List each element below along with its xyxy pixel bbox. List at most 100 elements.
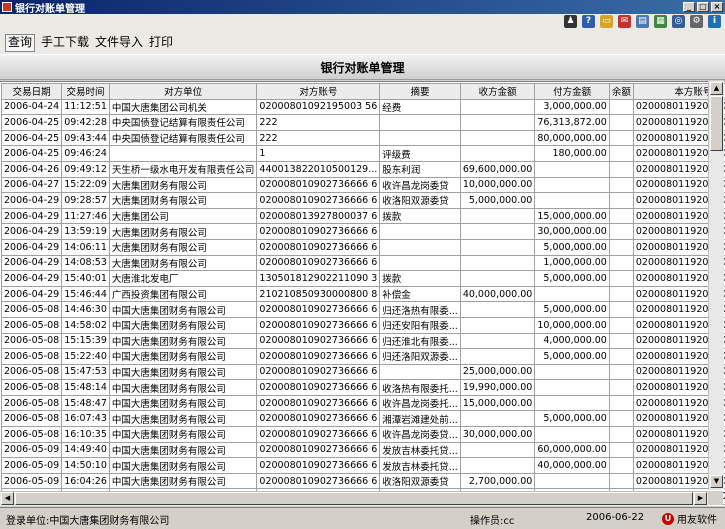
table-cell (609, 99, 633, 115)
menu-print[interactable]: 打印 (147, 34, 175, 50)
table-row[interactable]: 2006-04-2914:06:11大唐集团财务有限公司020008010902… (2, 239, 725, 255)
horizontal-scrollbar[interactable]: ◀ ▶ (0, 491, 708, 506)
calculator-icon[interactable]: ▤ (636, 15, 649, 28)
menu-query[interactable]: 查询 (5, 34, 35, 52)
column-header[interactable]: 摘要 (380, 84, 461, 100)
table-cell: 020008010902736666 6 (257, 427, 380, 443)
page-title: 银行对账单管理 (0, 59, 725, 76)
table-cell (609, 239, 633, 255)
table-cell: 归还淮北有限委... (380, 333, 461, 349)
table-cell (460, 349, 535, 365)
table-cell: 15,000,000.00 (535, 208, 610, 224)
vertical-scrollbar[interactable]: ▲ ▼ (708, 81, 724, 490)
scroll-down-arrow[interactable]: ▼ (710, 475, 723, 488)
user-icon[interactable]: ♟ (564, 15, 577, 28)
table-cell: 收许昌龙岗委托... (380, 395, 461, 411)
table-cell: 222 (257, 130, 380, 146)
table-row[interactable]: 2006-05-0914:49:40中国大唐集团财务有限公司0200080109… (2, 442, 725, 458)
column-header[interactable]: 余额 (609, 84, 633, 100)
table-cell: 020008010902736666 6 (257, 333, 380, 349)
maximize-button[interactable]: □ (697, 2, 709, 12)
calendar-icon[interactable]: ▦ (654, 15, 667, 28)
table-cell (535, 473, 610, 489)
table-row[interactable]: 2006-05-0815:48:47中国大唐集团财务有限公司0200080109… (2, 395, 725, 411)
minimize-button[interactable]: _ (683, 2, 695, 12)
table-row[interactable]: 2006-04-2509:43:44中央国债登记结算有限责任公司22280,00… (2, 130, 725, 146)
table-row[interactable]: 2006-05-0914:50:10中国大唐集团财务有限公司0200080109… (2, 458, 725, 474)
table-cell: 40,000,000.00 (535, 458, 610, 474)
table-row[interactable]: 2006-05-0815:15:39中国大唐集团财务有限公司0200080109… (2, 333, 725, 349)
table-cell: 2006-04-26 (2, 161, 62, 177)
table-cell: 评级费 (380, 146, 461, 162)
title-bar: 银行对账单管理 _ □ × (0, 0, 725, 14)
table-row[interactable]: 2006-04-2509:42:28中央国债登记结算有限责任公司22276,31… (2, 115, 725, 131)
table-row[interactable]: 2006-05-0816:10:35中国大唐集团财务有限公司0200080109… (2, 427, 725, 443)
menu-manual-download[interactable]: 手工下载 (39, 34, 91, 50)
table-cell: 收许昌龙岗委贷... (380, 427, 461, 443)
table-row[interactable]: 2006-05-0815:48:14中国大唐集团财务有限公司0200080109… (2, 380, 725, 396)
horizontal-scroll-thumb[interactable] (15, 492, 693, 505)
table-row[interactable]: 2006-04-2914:08:53大唐集团财务有限公司020008010902… (2, 255, 725, 271)
table-cell (609, 161, 633, 177)
table-cell (609, 317, 633, 333)
info-icon[interactable]: i (708, 15, 721, 28)
table-cell: 5,000,000.00 (535, 271, 610, 287)
table-row[interactable]: 2006-05-0815:22:40中国大唐集团财务有限公司0200080109… (2, 349, 725, 365)
table-cell: 2006-05-08 (2, 427, 62, 443)
folder-icon[interactable]: ▭ (600, 15, 613, 28)
web-icon[interactable]: ◎ (672, 15, 685, 28)
table-cell: 收许昌龙岗委贷 (380, 177, 461, 193)
table-row[interactable]: 2006-05-0916:04:26中国大唐集团财务有限公司0200080109… (2, 473, 725, 489)
table-cell (609, 286, 633, 302)
table-cell: 天生桥一级水电开发有限责任公司 (109, 161, 257, 177)
table-row[interactable]: 2006-04-2609:49:12天生桥一级水电开发有限责任公司4400138… (2, 161, 725, 177)
column-header[interactable]: 对方单位 (109, 84, 257, 100)
scroll-up-arrow[interactable]: ▲ (710, 82, 723, 95)
table-cell: 15:40:01 (62, 271, 110, 287)
vertical-scroll-thumb[interactable] (710, 96, 723, 151)
table-row[interactable]: 2006-04-2411:12:51中国大唐集团公司机关020008010921… (2, 99, 725, 115)
table-cell (609, 255, 633, 271)
close-button[interactable]: × (711, 2, 723, 12)
table-cell: 180,000.00 (535, 146, 610, 162)
column-header[interactable]: 对方账号 (257, 84, 380, 100)
table-cell: 收洛阳双源委贷 (380, 473, 461, 489)
table-cell (535, 177, 610, 193)
table-row[interactable]: 2006-05-0815:47:53中国大唐集团财务有限公司0200080109… (2, 364, 725, 380)
table-cell (460, 115, 535, 131)
table-cell: 15:48:47 (62, 395, 110, 411)
table-row[interactable]: 2006-04-2915:40:01大唐淮北发电厂130501812902211… (2, 271, 725, 287)
table-cell (380, 239, 461, 255)
scroll-right-arrow[interactable]: ▶ (694, 492, 707, 505)
table-cell: 09:43:44 (62, 130, 110, 146)
column-header[interactable]: 交易时间 (62, 84, 110, 100)
table-row[interactable]: 2006-05-0814:58:02中国大唐集团财务有限公司0200080109… (2, 317, 725, 333)
table-row[interactable]: 2006-04-2715:22:09大唐集团财务有限公司020008010902… (2, 177, 725, 193)
table-cell (609, 193, 633, 209)
table-cell: 大唐集团财务有限公司 (109, 255, 257, 271)
table-row[interactable]: 2006-04-2913:59:19大唐集团财务有限公司020008010902… (2, 224, 725, 240)
table-row[interactable]: 2006-04-2909:28:57大唐集团财务有限公司020008010902… (2, 193, 725, 209)
table-cell (609, 442, 633, 458)
table-cell (609, 395, 633, 411)
table-row[interactable]: 2006-04-2509:46:241评级费180,000.0002000801… (2, 146, 725, 162)
table-cell: 16:10:35 (62, 427, 110, 443)
menu-file-import[interactable]: 文件导入 (93, 34, 145, 50)
scroll-left-arrow[interactable]: ◀ (1, 492, 14, 505)
settings-icon[interactable]: ⚙ (690, 15, 703, 28)
table-cell: 020008010902736666 6 (257, 193, 380, 209)
table-row[interactable]: 2006-05-0816:07:43中国大唐集团财务有限公司0200080109… (2, 411, 725, 427)
table-cell (609, 411, 633, 427)
column-header[interactable]: 付方金额 (535, 84, 610, 100)
help-icon[interactable]: ? (582, 15, 595, 28)
table-row[interactable]: 2006-05-0814:46:30中国大唐集团财务有限公司0200080109… (2, 302, 725, 318)
mail-icon[interactable]: ✉ (618, 15, 631, 28)
table-cell: 2006-04-29 (2, 193, 62, 209)
table-cell (380, 364, 461, 380)
column-header[interactable]: 交易日期 (2, 84, 62, 100)
statement-table: 交易日期交易时间对方单位对方账号摘要收方金额付方金额余额本方账号 2006-04… (1, 83, 725, 505)
table-cell: 14:50:10 (62, 458, 110, 474)
column-header[interactable]: 收方金额 (460, 84, 535, 100)
table-row[interactable]: 2006-04-2915:46:44广西投资集团有限公司210210850930… (2, 286, 725, 302)
table-row[interactable]: 2006-04-2911:27:46大唐集团公司0200080139278000… (2, 208, 725, 224)
